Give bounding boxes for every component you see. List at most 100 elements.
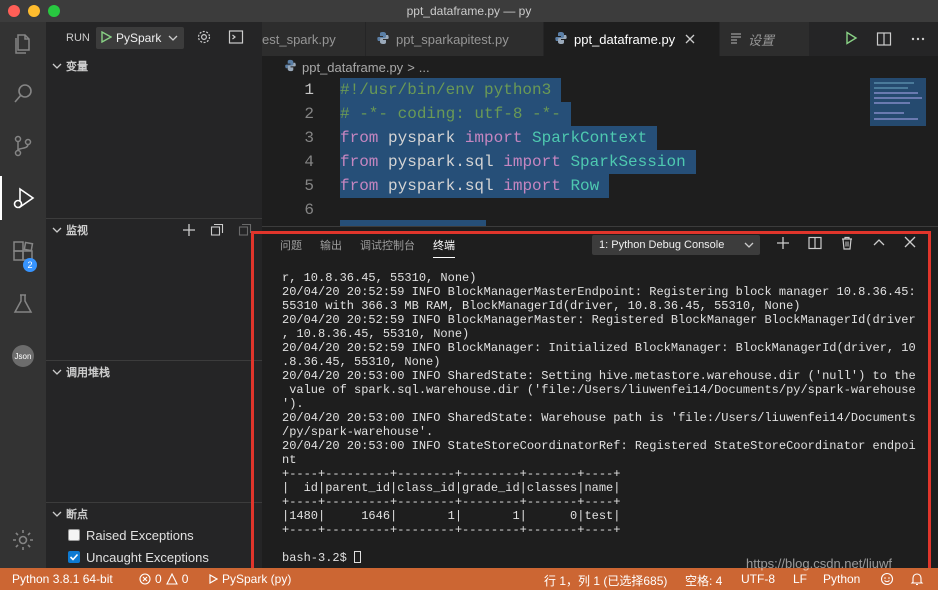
settings-list-icon: [730, 32, 742, 47]
new-terminal-icon[interactable]: [776, 236, 790, 250]
code-text[interactable]: #!/usr/bin/env python3: [340, 78, 562, 102]
breadcrumb-symbol[interactable]: ...: [419, 60, 430, 75]
tab-output[interactable]: 输出: [320, 237, 342, 258]
line-number: 5: [304, 177, 314, 195]
tab-settings[interactable]: 设置: [720, 22, 810, 56]
extensions-icon[interactable]: 2: [0, 230, 46, 274]
terminal-select[interactable]: 1: Python Debug Console: [592, 235, 760, 255]
code-text[interactable]: [340, 198, 486, 222]
code-line[interactable]: 3 from pyspark import SparkContext: [262, 126, 870, 150]
breadcrumb-file[interactable]: ppt_dataframe.py: [302, 60, 403, 75]
run-debug-icon[interactable]: [0, 176, 46, 220]
panel-actions: [776, 236, 916, 250]
code-text[interactable]: # -*- coding: utf-8 -*-: [340, 102, 571, 126]
code-editor[interactable]: 1 #!/usr/bin/env python3 2 # -*- coding: ut…: [262, 78, 870, 226]
breakpoint-raised-exceptions[interactable]: Raised Exceptions: [68, 525, 194, 545]
zoom-window-button[interactable]: [48, 5, 60, 17]
terminal-line: , 10.8.36.45, 55310, None): [282, 327, 470, 341]
code-token: from: [340, 153, 379, 171]
split-terminal-icon[interactable]: [808, 236, 822, 250]
terminal-output[interactable]: r, 10.8.36.45, 55310, None) 20/04/20 20:5…: [282, 271, 916, 565]
terminal-line: value of spark.sql.warehouse.dir ('file:…: [282, 383, 916, 397]
python-file-icon: [284, 59, 297, 75]
code-text[interactable]: from pyspark.sql import SparkSession: [340, 150, 696, 174]
close-window-button[interactable]: [8, 5, 20, 17]
section-call-stack[interactable]: 调用堆栈: [46, 360, 262, 382]
code-line[interactable]: 2 # -*- coding: utf-8 -*-: [262, 102, 870, 126]
minimap[interactable]: [870, 78, 926, 226]
code-line[interactable]: 5 from pyspark.sql import Row: [262, 174, 870, 198]
close-tab-icon[interactable]: [685, 32, 695, 47]
end-of-line[interactable]: LF: [793, 572, 807, 586]
uncaught-exceptions-checkbox[interactable]: [68, 551, 80, 563]
tab-label: ppt_dataframe.py: [574, 31, 676, 47]
code-token: SparkContext: [522, 129, 648, 147]
debug-sidebar: RUN PySpark 变量 监视 调用堆栈 断点 Raised Excepti…: [46, 22, 262, 568]
title-bar: ppt_dataframe.py — py: [0, 0, 938, 22]
tab-label: est_spark.py: [262, 31, 336, 47]
trash-icon[interactable]: [840, 236, 854, 250]
raised-exceptions-checkbox[interactable]: [68, 529, 80, 541]
run-file-icon[interactable]: [844, 31, 858, 45]
code-token: SparkSession: [560, 153, 686, 171]
code-text[interactable]: from pyspark import SparkContext: [340, 126, 658, 150]
terminal-line: 20/04/20 20:52:59 INFO BlockManagerMaste…: [282, 285, 916, 299]
language-mode[interactable]: Python: [823, 572, 860, 586]
run-toolbar: RUN PySpark: [46, 22, 262, 54]
indentation[interactable]: 空格: 4: [685, 572, 722, 589]
tab-terminal[interactable]: 终端: [433, 237, 455, 258]
code-token: pyspark.sql: [378, 177, 504, 195]
debug-config-status[interactable]: PySpark (py): [208, 572, 291, 586]
explorer-icon[interactable]: [0, 22, 46, 66]
code-token: #!/usr/bin/env python3: [340, 81, 552, 99]
breadcrumb[interactable]: ppt_dataframe.py > ...: [262, 56, 938, 78]
launch-config-gear-icon[interactable]: [196, 29, 212, 48]
tab-ppt-dataframe[interactable]: ppt_dataframe.py: [544, 22, 720, 56]
maximize-panel-icon[interactable]: [872, 236, 886, 250]
cursor-position[interactable]: 行 1，列 1 (已选择685): [544, 572, 667, 589]
code-line[interactable]: 6: [262, 198, 870, 222]
close-panel-icon[interactable]: [904, 236, 916, 248]
warning-count: 0: [181, 572, 189, 586]
terminal-line: 20/04/20 20:53:00 INFO SharedState: Sett…: [282, 369, 916, 383]
collapse-all-icon[interactable]: [210, 223, 224, 237]
section-title: 变量: [66, 61, 88, 73]
testing-flask-icon[interactable]: [0, 282, 46, 326]
svg-text:Json: Json: [15, 352, 32, 361]
problems-indicator[interactable]: 0 0: [139, 572, 188, 586]
tab-debug-console[interactable]: 调试控制台: [360, 237, 415, 258]
start-debugging-icon[interactable]: [100, 30, 113, 46]
code-line[interactable]: 4 from pyspark.sql import SparkSession: [262, 150, 870, 174]
terminal-line: 20/04/20 20:52:59 INFO BlockManager: Ini…: [282, 341, 916, 355]
add-expression-icon[interactable]: [182, 223, 196, 237]
chevron-down-icon: [52, 511, 62, 517]
split-editor-icon[interactable]: [876, 31, 892, 47]
remove-all-icon[interactable]: [238, 223, 252, 237]
tab-est-spark[interactable]: est_spark.py: [262, 22, 366, 56]
settings-gear-icon[interactable]: [0, 518, 46, 562]
chevron-down-icon: [744, 242, 754, 248]
terminal-line: 20/04/20 20:53:00 INFO SharedState: Ware…: [282, 411, 916, 425]
minimize-window-button[interactable]: [28, 5, 40, 17]
feedback-icon[interactable]: [880, 572, 894, 586]
notifications-bell-icon[interactable]: [910, 572, 924, 586]
tab-ppt-sparkapitest[interactable]: ppt_sparkapitest.py: [366, 22, 544, 56]
search-icon[interactable]: [0, 72, 46, 116]
debug-console-icon[interactable]: [228, 29, 244, 48]
tab-label: ppt_sparkapitest.py: [396, 31, 509, 47]
code-line[interactable]: 1 #!/usr/bin/env python3: [262, 78, 870, 102]
encoding[interactable]: UTF-8: [741, 572, 775, 586]
section-breakpoints[interactable]: 断点: [46, 502, 262, 524]
json-icon[interactable]: Json: [0, 334, 46, 378]
window-title: ppt_dataframe.py — py: [406, 4, 532, 18]
code-text[interactable]: from pyspark.sql import Row: [340, 174, 610, 198]
breakpoint-uncaught-exceptions[interactable]: Uncaught Exceptions: [68, 547, 209, 567]
section-variables[interactable]: 变量: [46, 55, 262, 77]
tab-problems[interactable]: 问题: [280, 237, 302, 258]
source-control-icon[interactable]: [0, 124, 46, 168]
section-watch[interactable]: 监视: [46, 218, 262, 240]
python-interpreter[interactable]: Python 3.8.1 64-bit: [12, 572, 113, 586]
more-actions-icon[interactable]: [910, 31, 926, 47]
run-config-select[interactable]: PySpark: [96, 27, 184, 49]
